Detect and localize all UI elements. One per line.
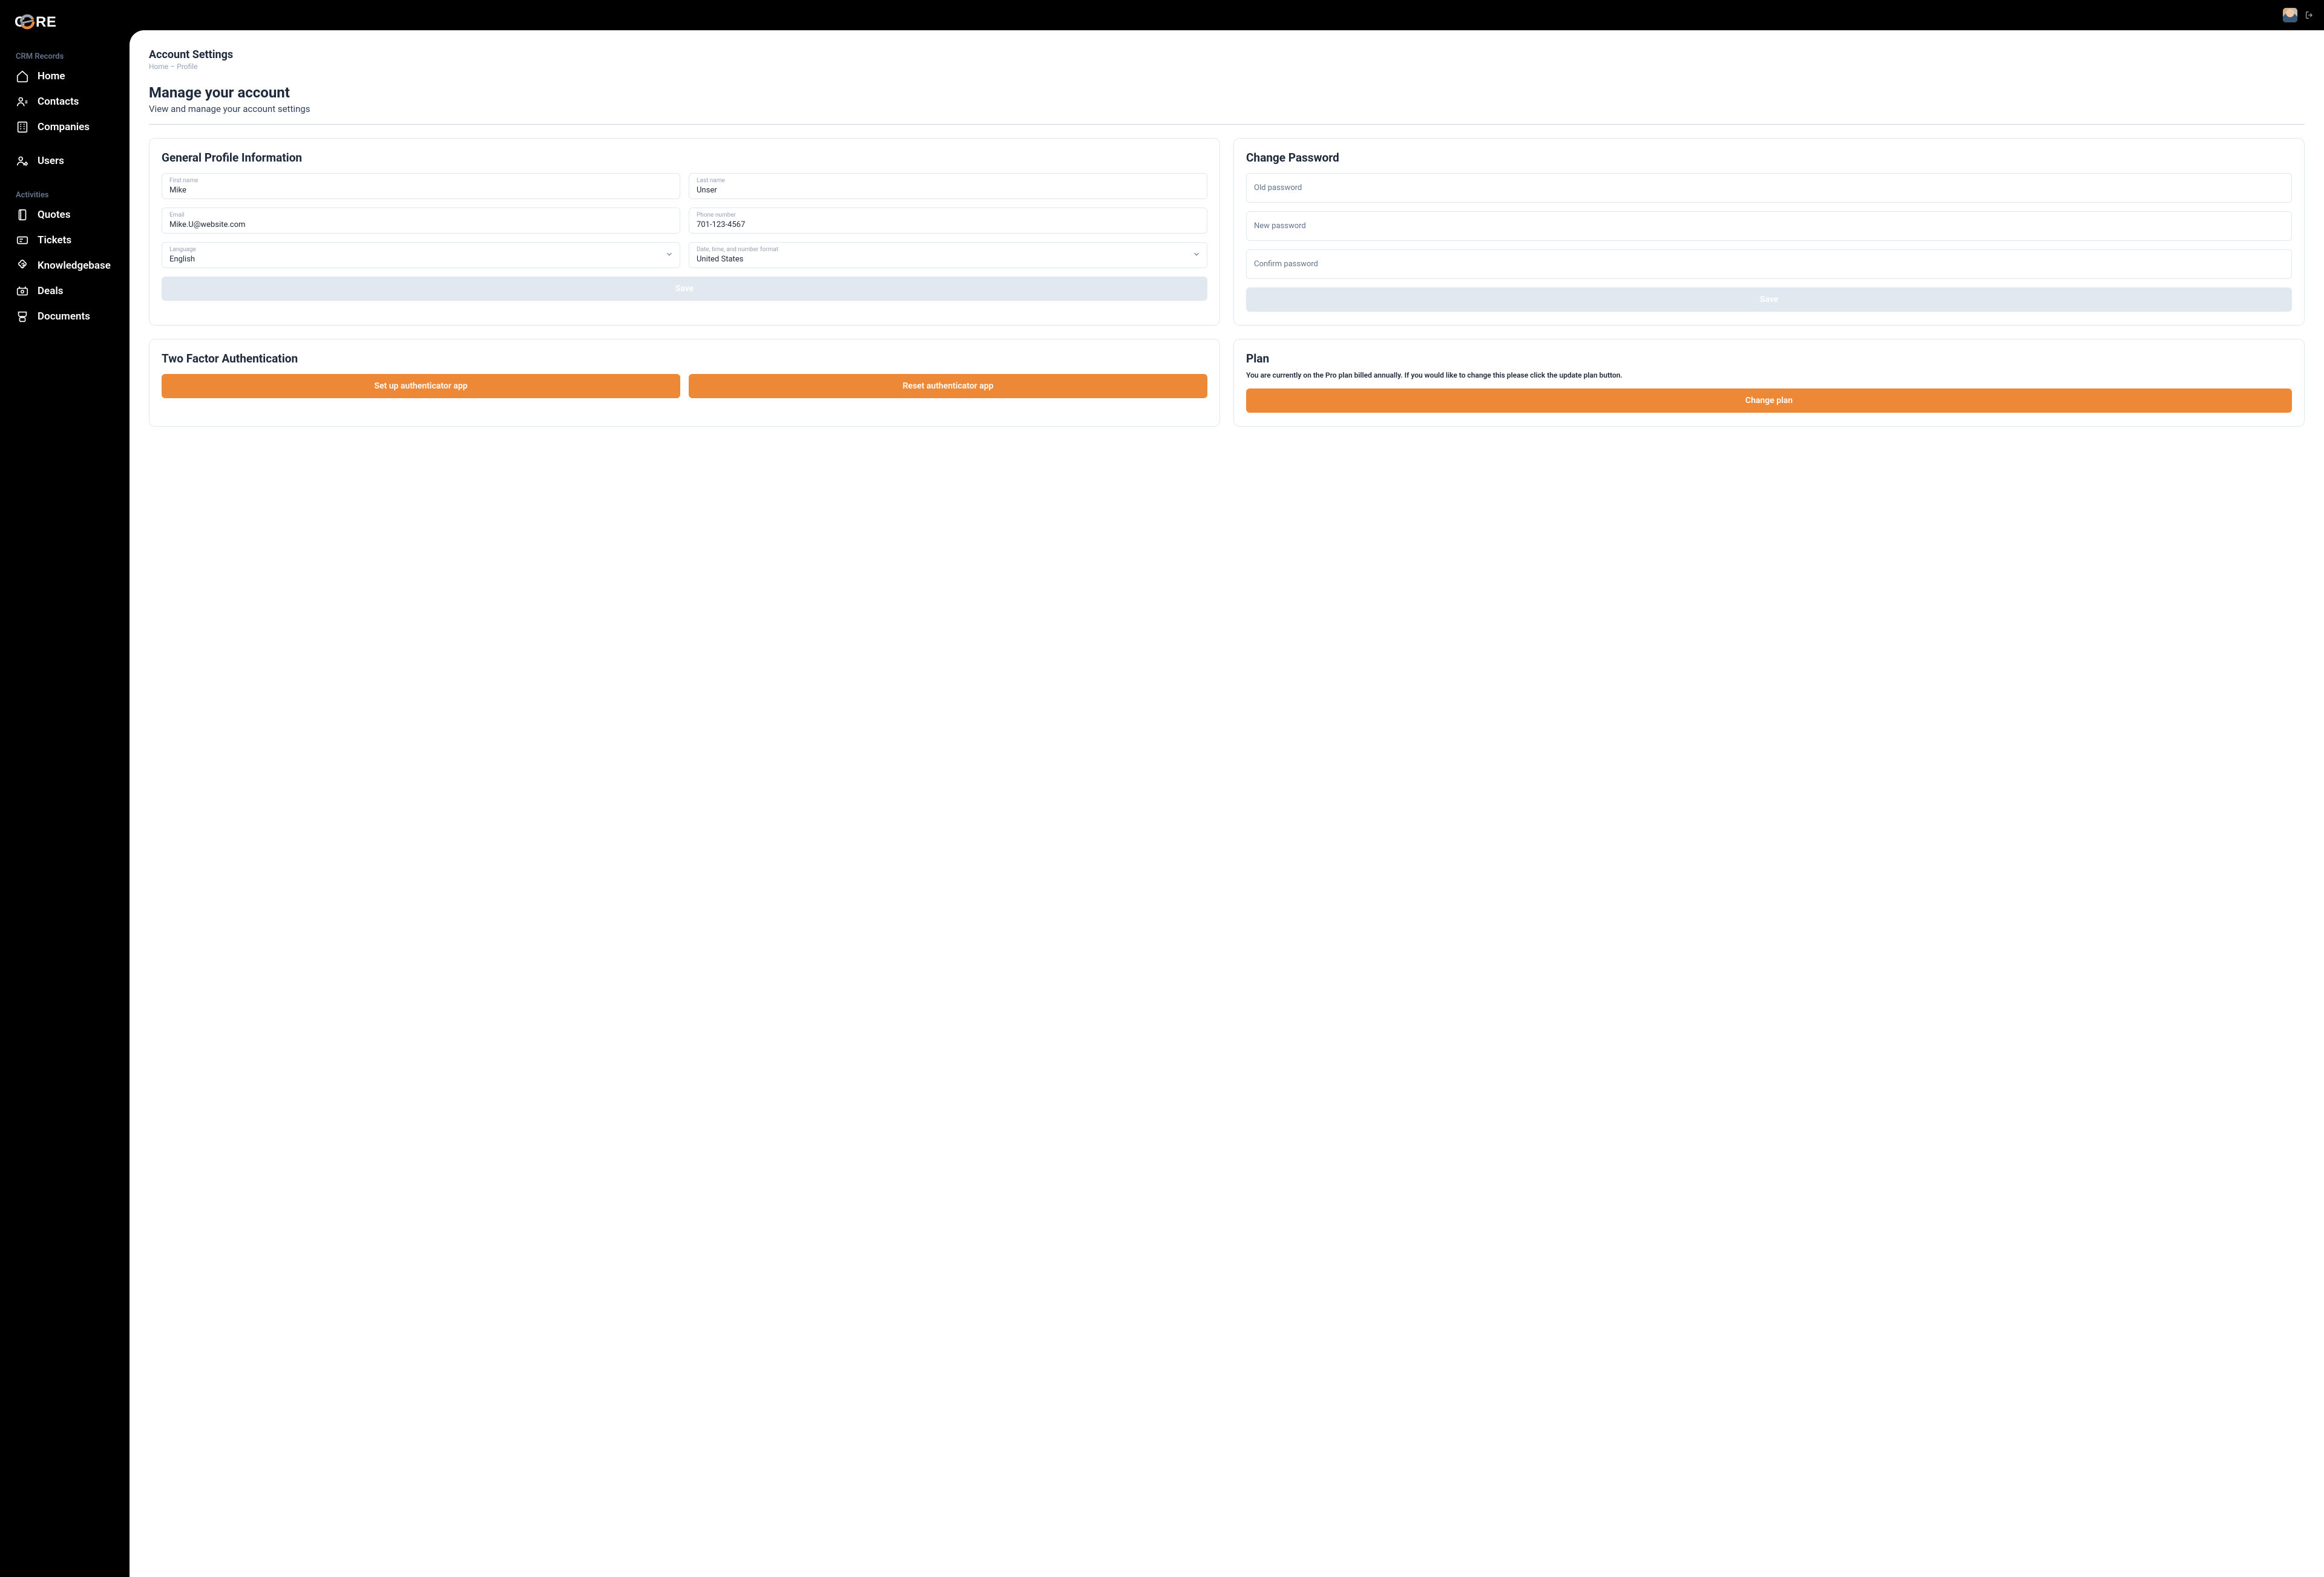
reset-authenticator-button[interactable]: Reset authenticator app xyxy=(689,374,1207,398)
password-save-button[interactable]: Save xyxy=(1246,287,2292,312)
breadcrumb-home[interactable]: Home xyxy=(149,62,168,71)
confirm-password-input[interactable] xyxy=(1247,250,2291,278)
plan-card: Plan You are currently on the Pro plan b… xyxy=(1233,339,2305,427)
phone-label: Phone number xyxy=(697,212,1200,218)
sidebar-item-deals[interactable]: Deals xyxy=(0,278,130,304)
sidebar-item-quotes[interactable]: Quotes xyxy=(0,202,130,228)
sidebar-item-label: Companies xyxy=(38,121,90,133)
password-card: Change Password Save xyxy=(1233,138,2305,326)
section-subheading: View and manage your account settings xyxy=(149,103,2305,114)
sidebar-section-crm: CRM Records xyxy=(0,44,130,64)
breadcrumb-current: Profile xyxy=(177,62,197,71)
sidebar-item-companies[interactable]: Companies xyxy=(0,114,130,140)
twofa-card-title: Two Factor Authentication xyxy=(162,352,1207,366)
deals-icon xyxy=(16,284,29,298)
locale-value: United States xyxy=(697,255,743,264)
sidebar: C RE CRM Records Home Contacts xyxy=(0,0,130,1577)
sidebar-item-label: Deals xyxy=(38,285,64,297)
last-name-label: Last name xyxy=(697,178,1200,184)
new-password-input[interactable] xyxy=(1247,212,2291,240)
svg-text:RE: RE xyxy=(36,14,56,30)
chevron-down-icon xyxy=(1192,250,1201,261)
knowledgebase-icon xyxy=(16,259,29,272)
main-column: Account Settings Home – Profile Manage y… xyxy=(130,0,2324,1577)
sidebar-item-tickets[interactable]: Tickets xyxy=(0,228,130,253)
old-password-input[interactable] xyxy=(1247,174,2291,202)
avatar[interactable] xyxy=(2283,8,2297,22)
email-input[interactable] xyxy=(169,220,672,229)
divider xyxy=(149,124,2305,125)
profile-save-button[interactable]: Save xyxy=(162,277,1207,301)
phone-field[interactable]: Phone number xyxy=(689,208,1207,234)
setup-authenticator-button[interactable]: Set up authenticator app xyxy=(162,374,680,398)
breadcrumb: Home – Profile xyxy=(149,62,2305,71)
brand-logo[interactable]: C RE xyxy=(0,8,130,44)
sidebar-item-contacts[interactable]: Contacts xyxy=(0,89,130,114)
chevron-down-icon xyxy=(665,250,674,261)
profile-card: General Profile Information First name L… xyxy=(149,138,1220,326)
logout-icon[interactable] xyxy=(2305,10,2314,20)
tickets-icon xyxy=(16,234,29,247)
profile-card-title: General Profile Information xyxy=(162,151,1207,165)
breadcrumb-sep: – xyxy=(170,62,177,71)
sidebar-item-label: Quotes xyxy=(38,209,70,221)
last-name-input[interactable] xyxy=(697,186,1200,195)
companies-icon xyxy=(16,120,29,134)
app-root: C RE CRM Records Home Contacts xyxy=(0,0,2324,1577)
locale-select[interactable]: Date, time, and number format United Sta… xyxy=(689,242,1207,268)
topbar xyxy=(130,0,2324,30)
change-plan-button[interactable]: Change plan xyxy=(1246,389,2292,413)
first-name-label: First name xyxy=(169,178,672,184)
users-icon xyxy=(16,154,29,168)
sidebar-item-documents[interactable]: Documents xyxy=(0,304,130,329)
sidebar-item-knowledgebase[interactable]: Knowledgebase xyxy=(0,253,130,278)
content-area: Account Settings Home – Profile Manage y… xyxy=(130,30,2324,1577)
old-password-field[interactable] xyxy=(1246,173,2292,203)
section-heading: Manage your account xyxy=(149,84,2305,101)
phone-input[interactable] xyxy=(697,220,1200,229)
language-select[interactable]: Language English xyxy=(162,242,680,268)
email-field[interactable]: Email xyxy=(162,208,680,234)
last-name-field[interactable]: Last name xyxy=(689,173,1207,199)
cards-grid: General Profile Information First name L… xyxy=(149,138,2305,427)
contacts-icon xyxy=(16,95,29,108)
sidebar-item-label: Tickets xyxy=(38,234,71,246)
sidebar-section-activities: Activities xyxy=(0,182,130,202)
sidebar-item-users[interactable]: Users xyxy=(0,148,130,174)
quotes-icon xyxy=(16,208,29,221)
twofa-card: Two Factor Authentication Set up authent… xyxy=(149,339,1220,427)
sidebar-item-label: Contacts xyxy=(38,96,79,108)
language-label: Language xyxy=(169,247,672,253)
documents-icon xyxy=(16,310,29,323)
plan-card-title: Plan xyxy=(1246,352,2292,366)
sidebar-item-label: Users xyxy=(38,155,64,167)
confirm-password-field[interactable] xyxy=(1246,249,2292,279)
home-icon xyxy=(16,70,29,83)
email-label: Email xyxy=(169,212,672,218)
password-card-title: Change Password xyxy=(1246,151,2292,165)
first-name-input[interactable] xyxy=(169,186,672,195)
plan-description: You are currently on the Pro plan billed… xyxy=(1246,370,2292,380)
page-title: Account Settings xyxy=(149,48,2305,61)
new-password-field[interactable] xyxy=(1246,211,2292,241)
sidebar-item-label: Knowledgebase xyxy=(38,260,111,272)
language-value: English xyxy=(169,255,195,264)
sidebar-item-label: Home xyxy=(38,70,65,82)
sidebar-item-home[interactable]: Home xyxy=(0,64,130,89)
locale-label: Date, time, and number format xyxy=(697,247,1200,253)
sidebar-item-label: Documents xyxy=(38,310,90,323)
first-name-field[interactable]: First name xyxy=(162,173,680,199)
